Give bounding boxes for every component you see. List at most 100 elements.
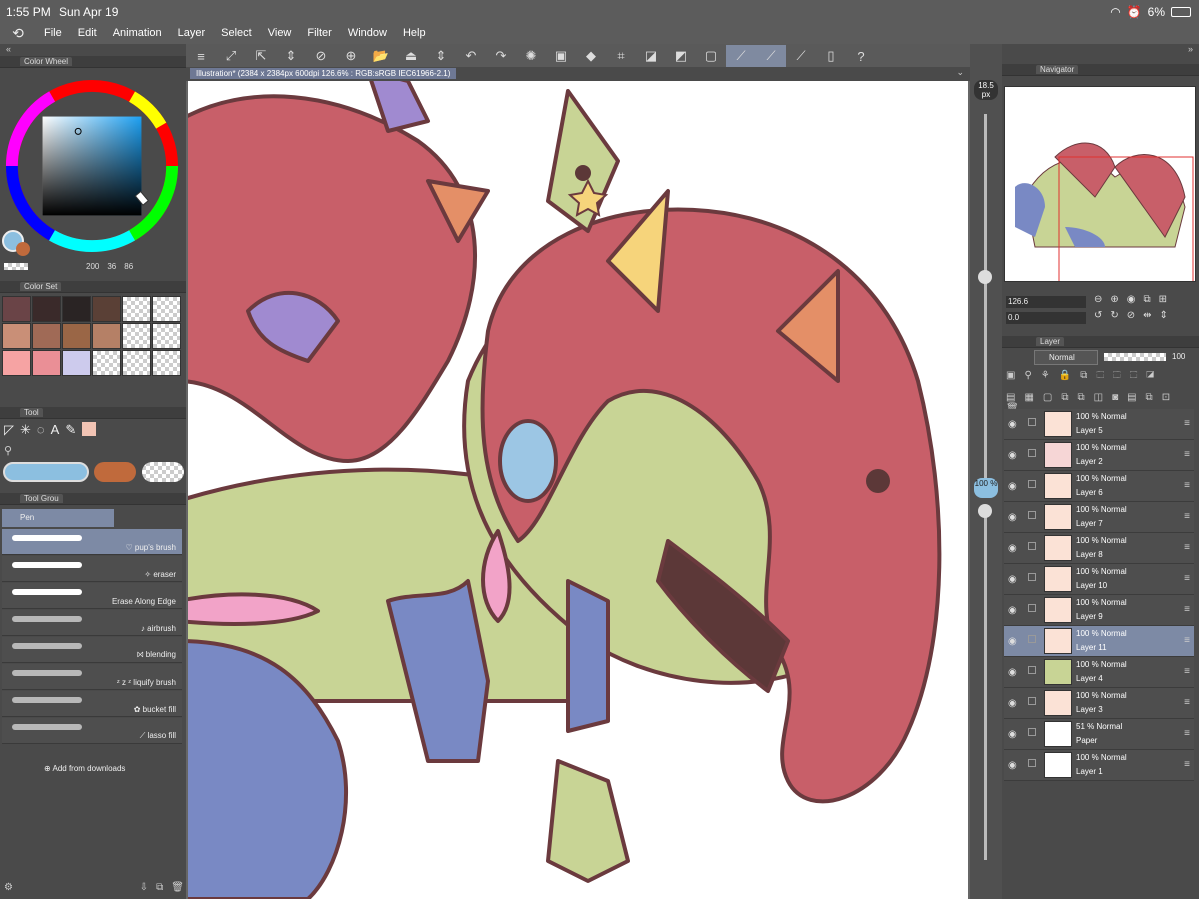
drag-handle-icon[interactable]: ≡ [1184, 604, 1190, 615]
layer-checkbox[interactable] [1028, 511, 1036, 519]
drag-handle-icon[interactable]: ≡ [1184, 480, 1190, 491]
color-swatch[interactable] [2, 323, 31, 349]
color-wheel[interactable] [2, 76, 182, 256]
color-swatch[interactable] [62, 296, 91, 322]
brush-item[interactable]: ⨝ blending [2, 637, 182, 663]
eye-icon[interactable]: ◉ [1008, 605, 1017, 616]
layer-checkbox[interactable] [1028, 666, 1036, 674]
color-swatch[interactable] [92, 296, 121, 322]
eye-icon[interactable]: ◉ [1008, 698, 1017, 709]
bucket-icon[interactable]: ◆ [576, 45, 606, 67]
layer-checkbox[interactable] [1028, 604, 1036, 612]
menu-window[interactable]: Window [340, 27, 395, 39]
layer-row[interactable]: ◉ 51 % Normal Paper ≡ [1004, 719, 1194, 750]
color-swatch[interactable] [122, 350, 151, 376]
pen-tool-icon[interactable] [82, 422, 97, 436]
fill-icon[interactable]: ▣ [546, 45, 576, 67]
help-icon[interactable]: ? [846, 45, 876, 67]
layer-row[interactable]: ◉ 100 % Normal Layer 8 ≡ [1004, 533, 1194, 564]
layer-row[interactable]: ◉ 100 % Normal Layer 3 ≡ [1004, 688, 1194, 719]
brush-item[interactable]: ♡ pup's brush [2, 529, 182, 555]
drag-handle-icon[interactable]: ≡ [1184, 418, 1190, 429]
transform-icon[interactable]: ⇱ [246, 45, 276, 67]
drag-handle-icon[interactable]: ≡ [1184, 449, 1190, 460]
menu-select[interactable]: Select [213, 27, 260, 39]
layer-property-icons[interactable]: ▣⚲⚘🔒⧉⬚⬚⬚◪ [1006, 370, 1163, 381]
color-swatch[interactable] [122, 296, 151, 322]
brush-item[interactable]: Erase Along Edge [2, 583, 182, 609]
sub-color[interactable] [16, 242, 30, 256]
redo-icon[interactable]: ↷ [486, 45, 516, 67]
eye-icon[interactable]: ◉ [1008, 450, 1017, 461]
brush-size-handle[interactable] [978, 270, 992, 284]
app-logo-icon[interactable]: ⟲ [0, 25, 36, 42]
rotate-field[interactable]: 0.0 [1006, 312, 1086, 324]
eye-icon[interactable]: ◉ [1008, 636, 1017, 647]
menu-edit[interactable]: Edit [70, 27, 105, 39]
device-icon[interactable]: ▯ [816, 45, 846, 67]
layer-row[interactable]: ◉ 100 % Normal Layer 5 ≡ [1004, 409, 1194, 440]
add-from-downloads-button[interactable]: ⊕ Add from downloads [44, 764, 125, 773]
download-icon[interactable]: ⇩ [140, 882, 148, 893]
drag-handle-icon[interactable]: ≡ [1184, 728, 1190, 739]
eye-icon[interactable]: ◉ [1008, 419, 1017, 430]
loading-icon[interactable]: ✺ [516, 45, 546, 67]
layer-checkbox[interactable] [1028, 759, 1036, 767]
navigator-preview[interactable] [1004, 86, 1196, 296]
text-tool-icon[interactable]: A [51, 422, 60, 438]
color-swatch[interactable] [2, 296, 31, 322]
color-swatch[interactable] [32, 350, 61, 376]
layer-row[interactable]: ◉ 100 % Normal Layer 2 ≡ [1004, 440, 1194, 471]
settings-icon[interactable]: ⚙ [4, 882, 13, 893]
color-swatch[interactable] [62, 323, 91, 349]
layer-checkbox[interactable] [1028, 728, 1036, 736]
drag-handle-icon[interactable]: ≡ [1184, 697, 1190, 708]
layer-tab[interactable]: Layer [1036, 337, 1065, 346]
menu-filter[interactable]: Filter [299, 27, 339, 39]
collapse-right[interactable]: » [1002, 44, 1199, 56]
fit-screen-icon[interactable]: ⤢ [216, 45, 246, 67]
brush-stabilizer-icon[interactable]: ⟋ [756, 45, 786, 67]
brush-item[interactable]: ♪ airbrush [2, 610, 182, 636]
menu-icon[interactable]: ≡ [186, 45, 216, 67]
rotate-buttons[interactable]: ↺↻⊘⇹⇕ [1094, 310, 1176, 321]
ruler-icon[interactable]: ⟋ [726, 45, 756, 67]
drawing-canvas[interactable] [188, 81, 968, 899]
layer-checkbox[interactable] [1028, 418, 1036, 426]
selection-tool-icon[interactable]: ◸ [4, 422, 14, 438]
menu-layer[interactable]: Layer [170, 27, 214, 39]
color-swatch[interactable] [122, 323, 151, 349]
color-swatch[interactable] [62, 350, 91, 376]
color-swatch[interactable] [152, 323, 181, 349]
auto-select-icon[interactable]: ✳ [20, 422, 31, 438]
layer-opacity-slider[interactable] [1104, 353, 1166, 361]
open-file-icon[interactable]: 📂 [366, 45, 396, 67]
select-all-icon[interactable]: ▢ [696, 45, 726, 67]
color-swatch[interactable] [152, 296, 181, 322]
drag-handle-icon[interactable]: ≡ [1184, 666, 1190, 677]
color-swatch[interactable] [2, 350, 31, 376]
brush-item[interactable]: ✧ eraser [2, 556, 182, 582]
menu-animation[interactable]: Animation [105, 27, 170, 39]
layer-row[interactable]: ◉ 100 % Normal Layer 7 ≡ [1004, 502, 1194, 533]
layer-row[interactable]: ◉ 100 % Normal Layer 6 ≡ [1004, 471, 1194, 502]
undo-icon[interactable]: ↶ [456, 45, 486, 67]
menu-view[interactable]: View [260, 27, 300, 39]
drag-handle-icon[interactable]: ≡ [1184, 511, 1190, 522]
drag-handle-icon[interactable]: ≡ [1184, 759, 1190, 770]
transparent-color[interactable] [4, 263, 28, 270]
drag-handle-icon[interactable]: ≡ [1184, 635, 1190, 646]
layer-checkbox[interactable] [1028, 542, 1036, 550]
color-transparent-chip[interactable] [142, 462, 184, 482]
tool-group-pen[interactable]: Pen [2, 509, 114, 527]
duplicate-icon[interactable]: ⧉ [156, 882, 163, 893]
document-title[interactable]: Illustration* (2384 x 2384px 600dpi 126.… [190, 68, 457, 79]
brush-item[interactable]: ⟋ lasso fill [2, 718, 182, 744]
navigator-tab[interactable]: Navigator [1036, 65, 1079, 74]
menu-help[interactable]: Help [395, 27, 434, 39]
blend-mode-select[interactable]: Normal [1034, 350, 1098, 365]
color-sub-chip[interactable] [94, 462, 136, 482]
sub-tool-icon[interactable]: ⚲ [4, 444, 12, 457]
pen-pressure-icon[interactable]: ⟋ [786, 45, 816, 67]
eye-icon[interactable]: ◉ [1008, 760, 1017, 771]
